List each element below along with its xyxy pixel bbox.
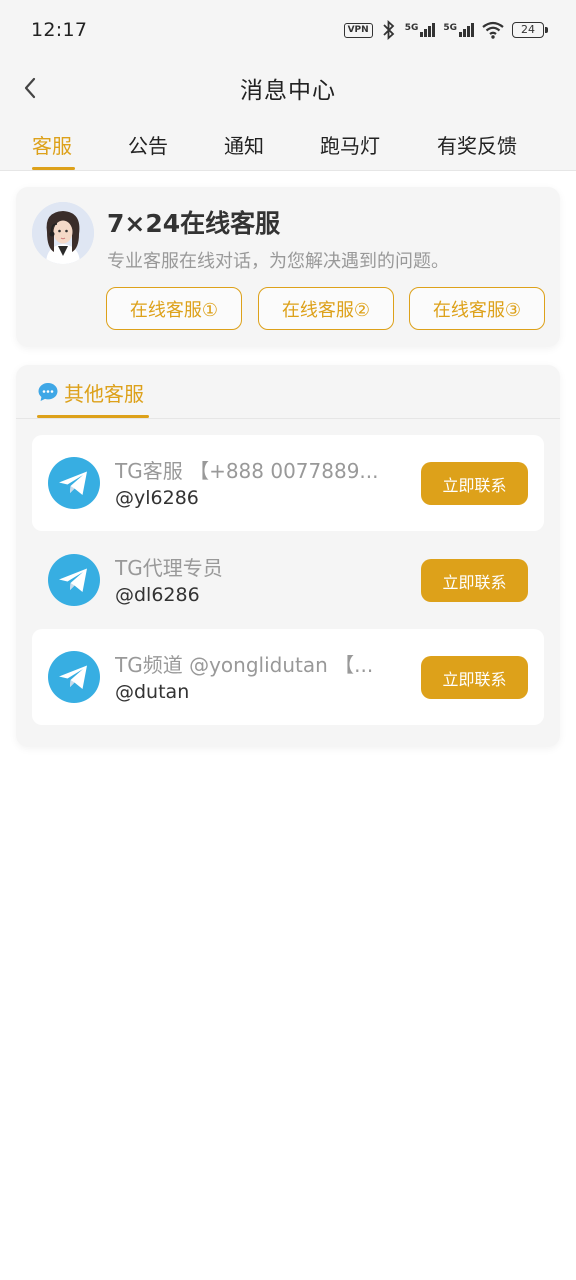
online-service-button-1[interactable]: 在线客服① [106,287,242,330]
contact-now-button[interactable]: 立即联系 [421,559,528,602]
nav-header: 消息中心 [0,60,576,115]
contact-handle: @dutan [115,681,190,703]
contact-row: TG频道 @yonglidutan 【... @dutan 立即联系 [32,629,544,725]
agent-avatar-image [32,202,94,264]
chevron-left-icon [24,77,36,99]
tab-feedback[interactable]: 有奖反馈 [437,130,517,159]
status-icons: VPN 5G 5G 24 [343,20,548,40]
other-service-header: 其他客服 [16,365,560,419]
online-service-button-2[interactable]: 在线客服② [258,287,394,330]
contact-name: TG客服 【+888 0077889... [115,459,379,483]
contact-name: TG频道 @yonglidutan 【... [115,653,374,677]
tab-notification[interactable]: 通知 [224,130,264,159]
contact-name: TG代理专员 [115,556,223,580]
contact-now-button[interactable]: 立即联系 [421,656,528,699]
avatar [32,202,94,264]
other-service-indicator [37,415,149,418]
bluetooth-icon [383,20,394,40]
back-button[interactable] [12,70,48,106]
tab-announcement[interactable]: 公告 [128,130,168,159]
message-center-page: 12:17 VPN 5G 5G 24 消息中心 客服 公告 通知 跑马灯 有奖反… [0,0,576,1280]
signal-2-icon: 5G [443,23,474,37]
tab-marquee[interactable]: 跑马灯 [320,130,380,159]
online-service-title: 7×24在线客服 [107,209,281,238]
contact-handle: @yl6286 [115,487,199,509]
telegram-icon [48,651,100,703]
page-title: 消息中心 [240,77,336,104]
tab-bar: 客服 公告 通知 跑马灯 有奖反馈 [0,115,576,171]
telegram-icon [48,457,100,509]
contact-now-button[interactable]: 立即联系 [421,462,528,505]
chat-bubble-icon [38,383,58,401]
vpn-icon: VPN [343,22,373,38]
online-service-description: 专业客服在线对话，为您解决遇到的问题。 [107,251,449,272]
status-time: 12:17 [31,19,88,41]
contact-row: TG客服 【+888 0077889... @yl6286 立即联系 [32,435,544,531]
telegram-icon [48,554,100,606]
online-service-button-3[interactable]: 在线客服③ [409,287,545,330]
contact-row: TG代理专员 @dl6286 立即联系 [32,532,544,628]
other-service-title: 其他客服 [64,382,144,406]
status-bar: 12:17 VPN 5G 5G 24 [0,0,576,60]
active-tab-indicator [32,167,75,170]
wifi-icon [482,21,504,39]
signal-1-icon: 5G [405,23,436,37]
other-service-card: 其他客服 TG客服 【+888 0077889... @yl6286 立即联系 … [16,365,560,747]
battery-icon: 24 [512,22,548,38]
contact-handle: @dl6286 [115,584,200,606]
online-service-card: 7×24在线客服 专业客服在线对话，为您解决遇到的问题。 在线客服① 在线客服②… [16,187,560,347]
tab-customer-service[interactable]: 客服 [32,130,72,159]
